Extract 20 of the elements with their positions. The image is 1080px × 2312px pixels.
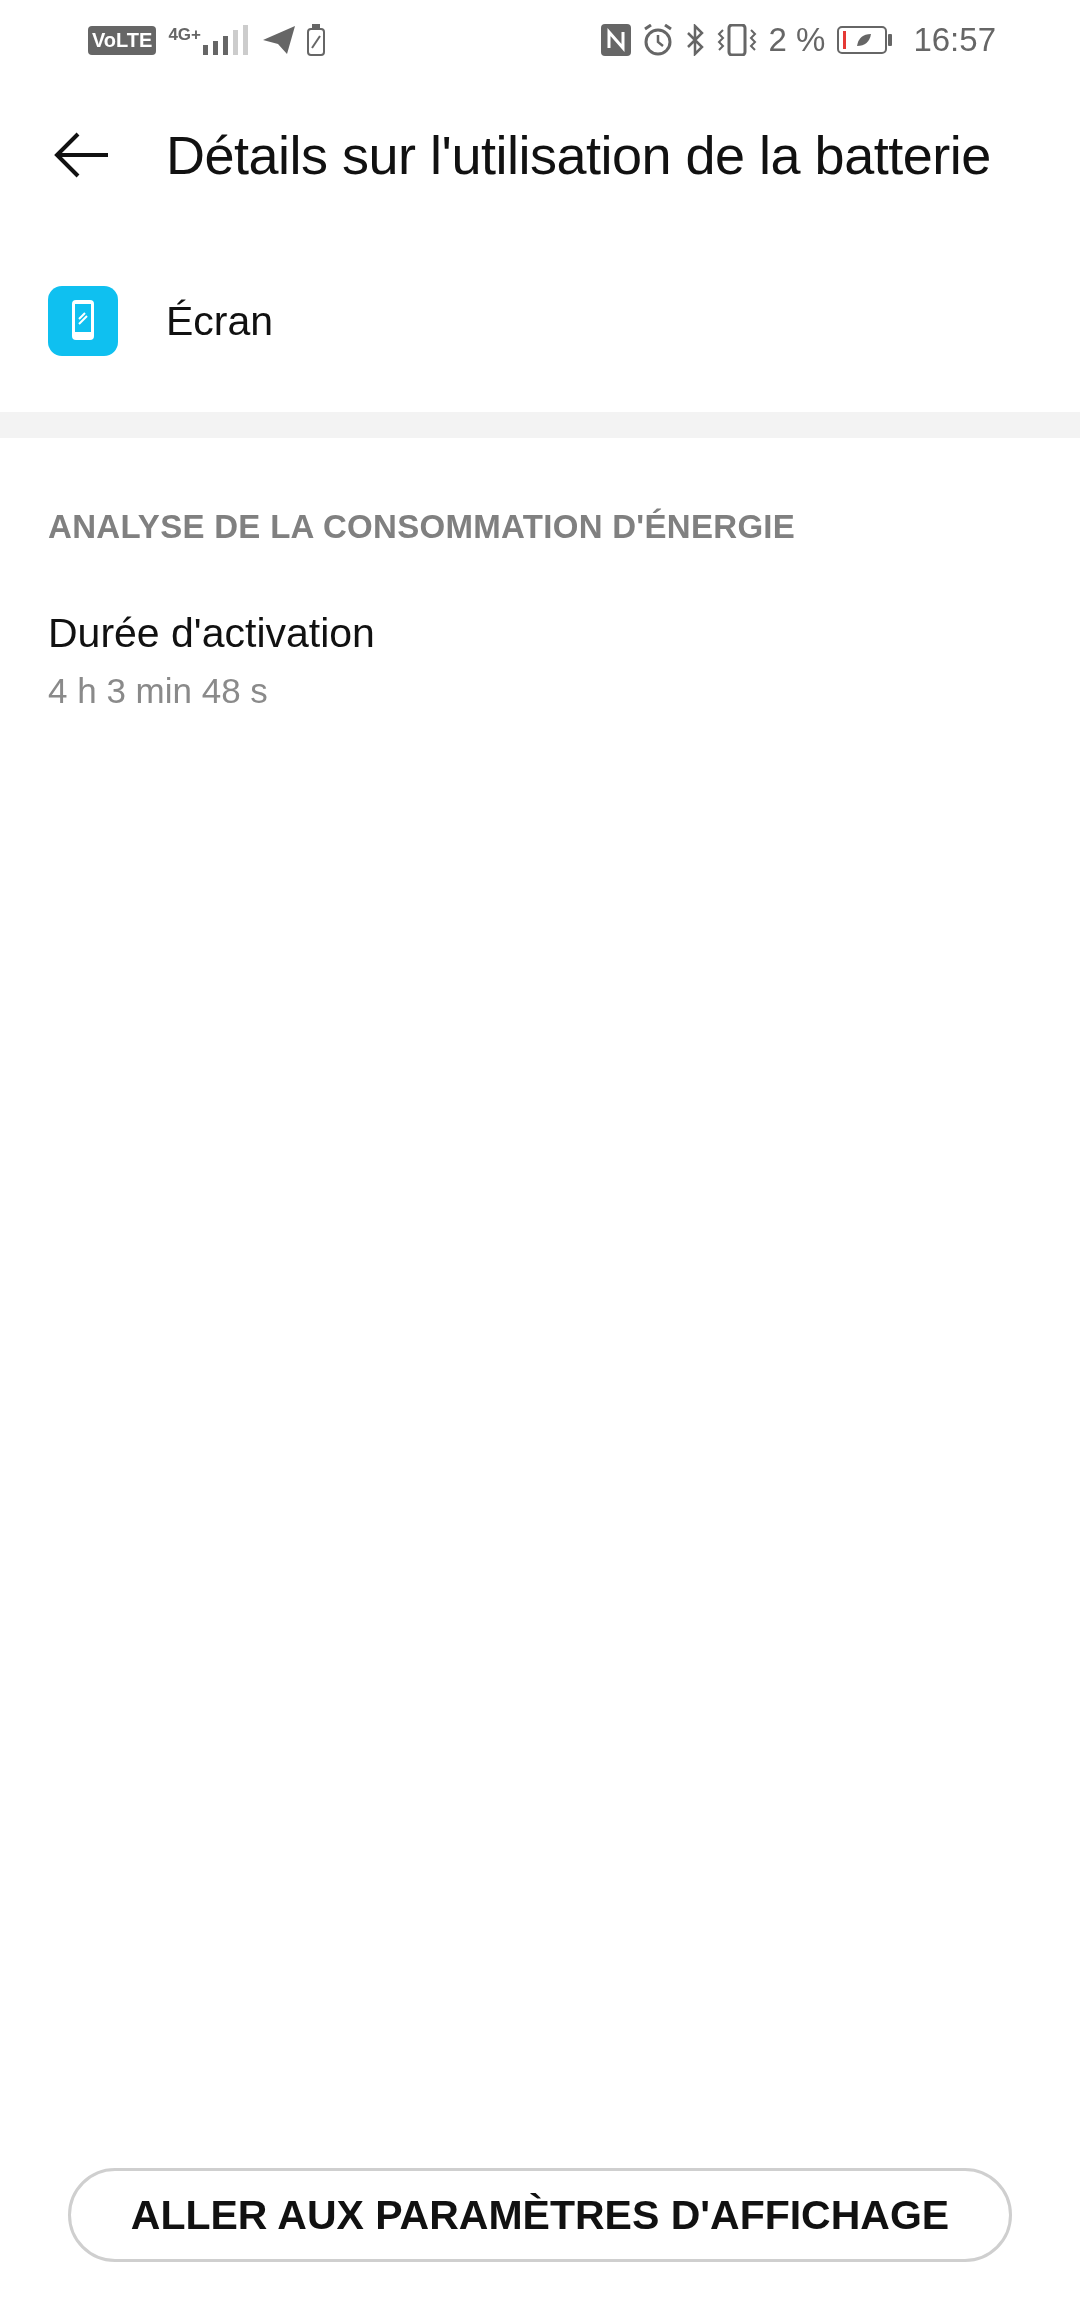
phone-app-icon (48, 286, 118, 356)
volte-badge: VoLTE (88, 25, 157, 55)
alarm-icon (642, 24, 673, 56)
network-type-label: 4G+ (168, 25, 201, 45)
item-label: Durée d'activation (48, 610, 376, 657)
vibrate-icon (716, 24, 757, 56)
app-name: Écran (166, 297, 274, 345)
bluetooth-icon (684, 24, 705, 56)
display-settings-button[interactable]: ALLER AUX PARAMÈTRES D'AFFICHAGE (68, 2168, 1012, 2262)
battery-icon (837, 26, 894, 54)
item-value: 4 h 3 min 48 s (48, 671, 269, 711)
section-header: ANALYSE DE LA CONSOMMATION D'ÉNERGIE (48, 508, 797, 546)
nfc-icon (600, 24, 631, 56)
battery-saver-icon (307, 24, 325, 56)
battery-percent: 2 % (768, 21, 826, 59)
clock-time: 16:57 (913, 21, 996, 59)
page-title: Détails sur l'utilisation de la batterie (166, 124, 991, 186)
signal-icon (203, 25, 251, 55)
back-arrow-icon (54, 131, 110, 179)
paper-plane-icon (263, 26, 295, 54)
